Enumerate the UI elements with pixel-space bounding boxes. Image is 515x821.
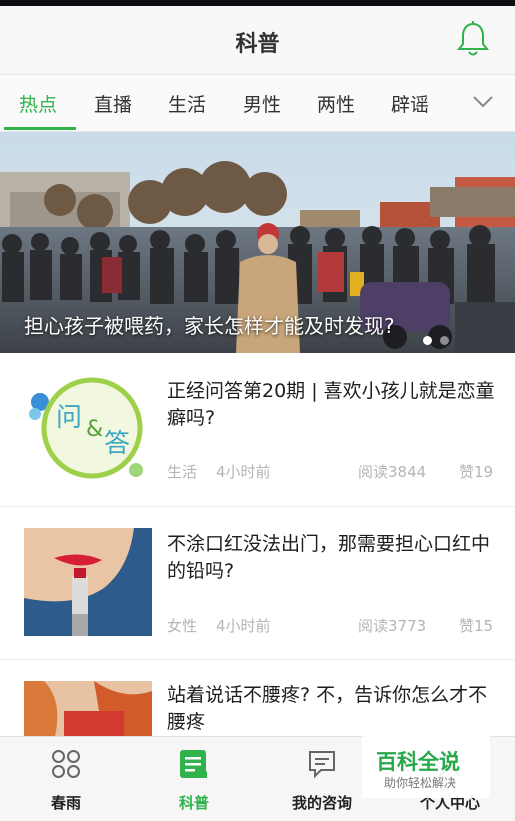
carousel-dot[interactable] <box>440 336 449 345</box>
article-time: 4小时前 <box>216 463 271 481</box>
chat-icon <box>309 751 335 779</box>
back-pain-photo <box>24 681 152 736</box>
watermark-title: 百科全说 <box>376 750 460 774</box>
article-title: 正经问答第20期 | 喜欢小孩儿就是恋童癖吗? <box>167 380 495 429</box>
bell-icon[interactable] <box>456 20 490 58</box>
tab-hot[interactable]: 热点 <box>19 90 57 117</box>
article-category: 女性 <box>167 617 198 635</box>
article-thumbnail <box>24 681 152 736</box>
tab-life[interactable]: 生活 <box>168 90 206 117</box>
svg-text:&: & <box>86 417 103 442</box>
watermark-subtitle: 助你轻松解决 <box>384 776 457 790</box>
nav-label: 春雨 <box>50 794 81 812</box>
category-tabs: 热点 直播 生活 男性 两性 辟谣 <box>0 75 515 132</box>
clover-icon <box>52 750 80 778</box>
nav-label: 科普 <box>178 794 209 812</box>
article-reads: 阅读3773 <box>358 617 427 635</box>
svg-text:问: 问 <box>56 403 82 433</box>
article-card[interactable]: 不涂口红没法出门，那需要担心口红中的铅吗? 女性 4小时前 阅读3773 赞15 <box>0 507 515 660</box>
tab-rumor[interactable]: 辟谣 <box>391 90 429 117</box>
article-likes: 赞15 <box>459 617 494 635</box>
carousel-dot-active[interactable] <box>423 336 432 345</box>
article-icon <box>180 750 207 778</box>
featured-banner[interactable]: 担心孩子被喂药，家长怎样才能及时发现? <box>0 132 515 353</box>
app-header: 科普 <box>0 6 515 75</box>
active-tab-indicator <box>4 127 76 130</box>
article-reads: 阅读3844 <box>358 463 427 481</box>
watermark-logo: 百科全说 助你轻松解决 <box>362 736 490 798</box>
nav-chunyu[interactable]: 春雨 <box>2 737 130 821</box>
page-title: 科普 <box>235 32 280 57</box>
tab-live[interactable]: 直播 <box>94 90 132 117</box>
qa-illustration: 问 & 答 <box>24 374 152 482</box>
article-thumbnail <box>24 528 152 636</box>
tab-male[interactable]: 男性 <box>243 90 281 117</box>
article-thumbnail: 问 & 答 <box>24 374 152 482</box>
article-category: 生活 <box>167 463 198 481</box>
tab-sexes[interactable]: 两性 <box>317 90 355 117</box>
lipstick-photo <box>24 528 152 636</box>
svg-text:答: 答 <box>104 429 130 459</box>
article-likes: 赞19 <box>459 463 494 481</box>
article-title: 不涂口红没法出门，那需要担心口红中的铅吗? <box>167 533 491 582</box>
article-card[interactable]: 问 & 答 正经问答第20期 | 喜欢小孩儿就是恋童癖吗? 生活 4小时前 阅读… <box>0 354 515 507</box>
article-title: 站着说话不腰疼? 不，告诉你怎么才不腰疼 <box>167 684 488 733</box>
chevron-down-icon[interactable] <box>472 95 494 109</box>
article-card[interactable]: 站着说话不腰疼? 不，告诉你怎么才不腰疼 <box>0 660 515 737</box>
article-time: 4小时前 <box>216 617 271 635</box>
banner-caption: 担心孩子被喂药，家长怎样才能及时发现? <box>24 314 395 338</box>
nav-science[interactable]: 科普 <box>130 737 258 821</box>
